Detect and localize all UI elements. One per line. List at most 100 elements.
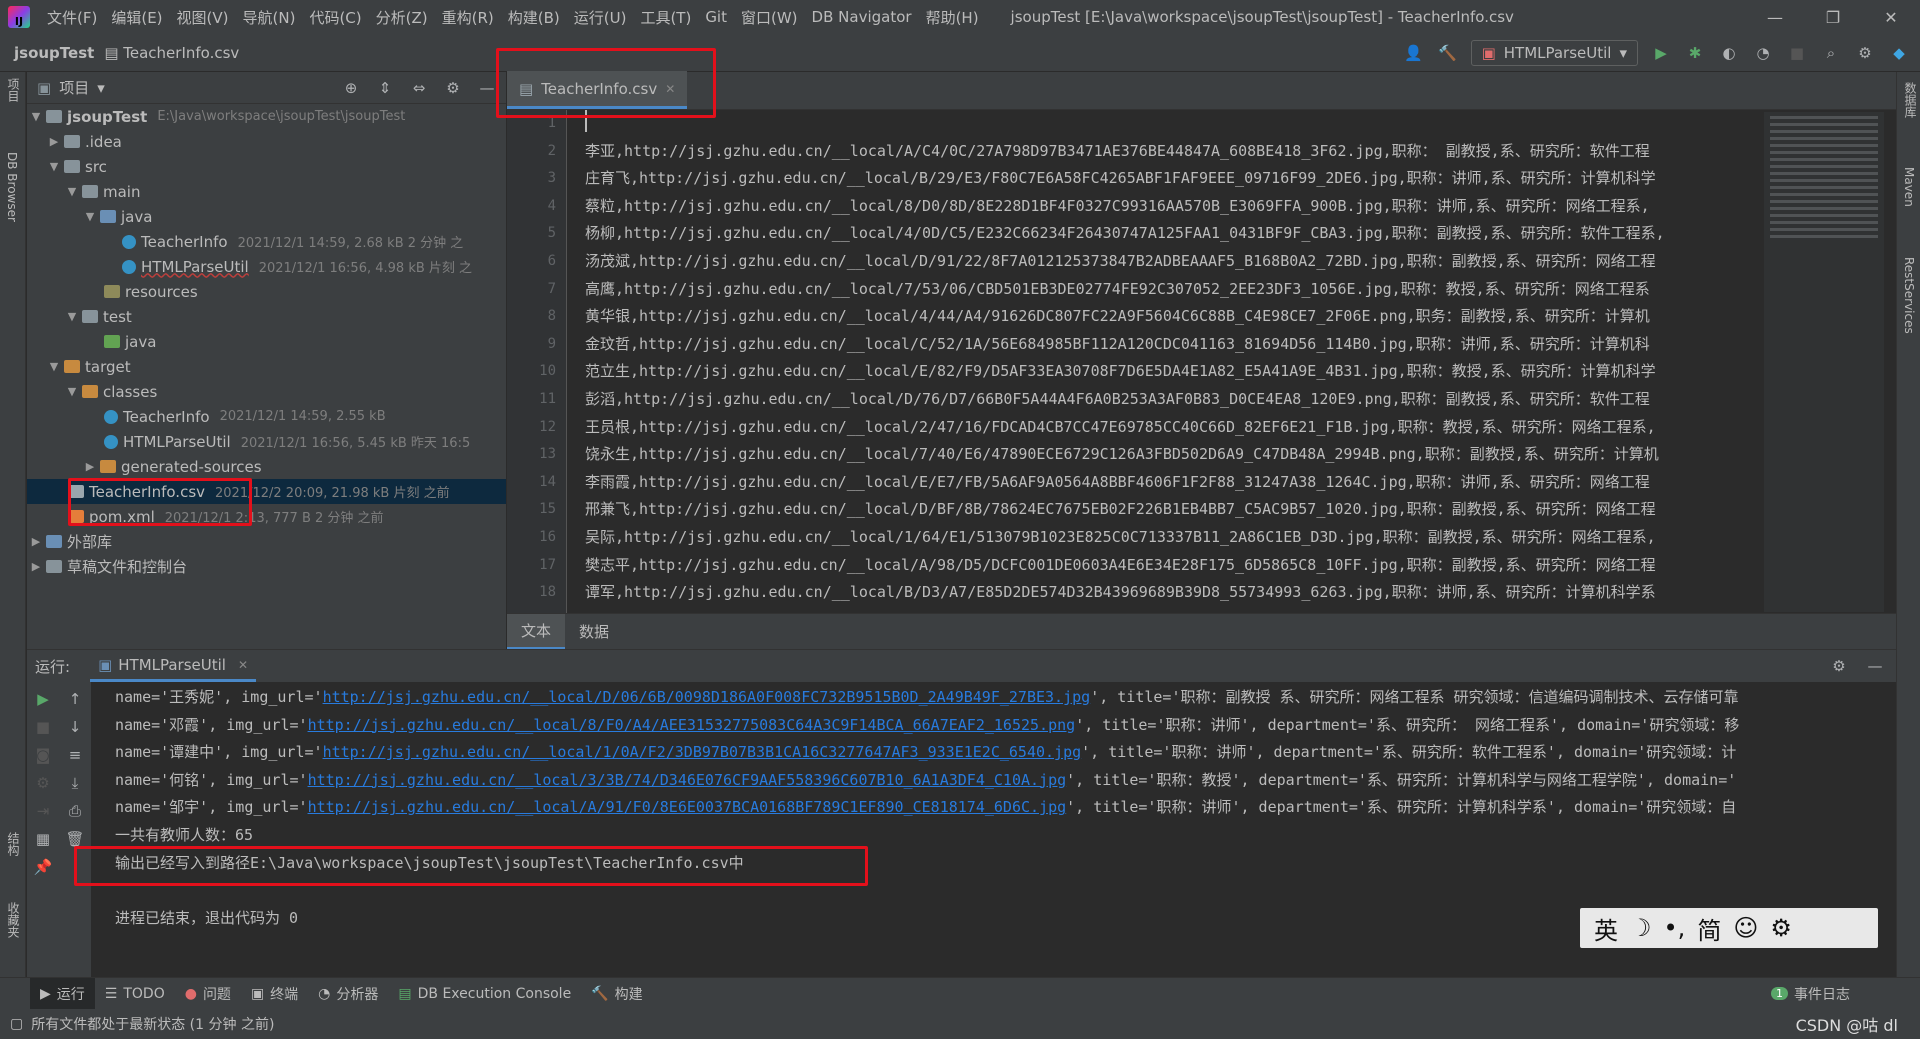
menu-db-navigator[interactable]: DB Navigator	[805, 8, 919, 26]
db-browser-tool-tab[interactable]: DB Browser	[5, 152, 19, 222]
ime-settings-icon[interactable]: ⚙	[1770, 914, 1792, 942]
user-icon[interactable]: 👤	[1403, 42, 1425, 64]
code-line[interactable]: 王员根,http://jsj.gzhu.edu.cn/__local/2/47/…	[585, 414, 1835, 442]
menu-edit[interactable]: 编辑(E)	[104, 7, 169, 28]
console-link[interactable]: http://jsj.gzhu.edu.cn/__local/1/0A/F2/3…	[323, 743, 1082, 761]
print-icon[interactable]: ⎙	[64, 800, 86, 822]
code-line[interactable]: 庄育飞,http://jsj.gzhu.edu.cn/__local/B/29/…	[585, 165, 1835, 193]
menu-navigate[interactable]: 导航(N)	[236, 7, 303, 28]
collapse-all-icon[interactable]: ⇔	[408, 77, 430, 99]
tab-data[interactable]: 数据	[565, 614, 623, 650]
tool-tab-run[interactable]: ▶ 运行	[30, 977, 95, 1010]
scroll-up-icon[interactable]: ↑	[64, 688, 86, 710]
tool-tab-build[interactable]: 🔨 构建	[581, 978, 652, 1010]
tree-node-teacherinfo[interactable]: TeacherInfo 2021/12/1 14:59, 2.68 kB 2 分钟…	[27, 229, 506, 254]
menu-git[interactable]: Git	[698, 8, 734, 26]
tree-node-class-htmlparseutil[interactable]: HTMLParseUtil 2021/12/1 16:56, 5.45 kB 昨天…	[27, 429, 506, 454]
gear-icon[interactable]: ⚙	[442, 77, 464, 99]
code-line[interactable]: 李亚,http://jsj.gzhu.edu.cn/__local/A/C4/0…	[585, 138, 1835, 166]
stop-icon[interactable]: ■	[32, 716, 54, 738]
menu-build[interactable]: 构建(B)	[501, 7, 567, 28]
chevron-down-icon[interactable]: ▾	[97, 79, 105, 97]
pin-icon[interactable]: 📌	[32, 856, 54, 878]
menu-window[interactable]: 窗口(W)	[734, 7, 805, 28]
code-line[interactable]: 黄华银,http://jsj.gzhu.edu.cn/__local/4/44/…	[585, 303, 1835, 331]
ime-lang[interactable]: 英	[1594, 911, 1618, 946]
tool-tab-db-console[interactable]: ▤ DB Execution Console	[388, 978, 581, 1010]
console-link[interactable]: http://jsj.gzhu.edu.cn/__local/8/F0/A4/A…	[308, 716, 1076, 734]
tree-node-test-java[interactable]: java	[27, 329, 506, 354]
gear-icon[interactable]: ⚙	[1828, 655, 1850, 677]
editor-minimap[interactable]	[1764, 112, 1884, 612]
exit-icon[interactable]: ⇥	[32, 800, 54, 822]
tree-node-java[interactable]: ▼ java	[27, 204, 506, 229]
code-line[interactable]: 汤茂斌,http://jsj.gzhu.edu.cn/__local/D/91/…	[585, 248, 1835, 276]
code-line[interactable]: 饶永生,http://jsj.gzhu.edu.cn/__local/7/40/…	[585, 441, 1835, 469]
ime-punct-icon[interactable]: •,	[1664, 914, 1686, 942]
code-line[interactable]	[585, 110, 1835, 132]
code-line[interactable]: 高鹰,http://jsj.gzhu.edu.cn/__local/7/53/0…	[585, 276, 1835, 304]
console-link[interactable]: http://jsj.gzhu.edu.cn/__local/3/3B/74/D…	[308, 771, 1067, 789]
tree-node-classes[interactable]: ▼ classes	[27, 379, 506, 404]
menu-refactor[interactable]: 重构(R)	[435, 7, 501, 28]
settings-gear-icon[interactable]: ⚙	[1854, 42, 1876, 64]
ime-emoji-icon[interactable]: ☺	[1733, 914, 1758, 942]
tree-node-resources[interactable]: resources	[27, 279, 506, 304]
code-line[interactable]: 彭滔,http://jsj.gzhu.edu.cn/__local/D/76/D…	[585, 386, 1835, 414]
tree-node-generated-sources[interactable]: ▶ generated-sources	[27, 454, 506, 479]
tree-node-external-libraries[interactable]: ▶ 外部库	[27, 529, 506, 554]
menu-view[interactable]: 视图(V)	[170, 7, 236, 28]
tree-node-htmlparseutil[interactable]: HTMLParseUtil 2021/12/1 16:56, 4.98 kB 片刻…	[27, 254, 506, 279]
code-line[interactable]: 杨柳,http://jsj.gzhu.edu.cn/__local/4/0D/C…	[585, 220, 1835, 248]
locate-icon[interactable]: ⊕	[340, 77, 362, 99]
code-line[interactable]: 邢兼飞,http://jsj.gzhu.edu.cn/__local/D/BF/…	[585, 496, 1835, 524]
profiler-icon[interactable]: ◔	[1752, 42, 1774, 64]
menu-code[interactable]: 代码(C)	[302, 7, 368, 28]
debug-icon[interactable]: ✱	[1684, 42, 1706, 64]
tree-node-scratches[interactable]: ▶ 草稿文件和控制台	[27, 554, 506, 579]
run-icon[interactable]: ▶	[1650, 42, 1672, 64]
tree-node-main[interactable]: ▼ main	[27, 179, 506, 204]
breadcrumb-project[interactable]: jsoupTest	[14, 44, 94, 62]
database-tool-tab[interactable]: 数据库	[1902, 82, 1919, 118]
tree-node-root[interactable]: ▼ jsoupTest E:\Java\workspace\jsoupTest\js…	[27, 104, 506, 129]
rest-services-tool-tab[interactable]: RestServices	[1902, 257, 1916, 334]
code-line[interactable]: 范立生,http://jsj.gzhu.edu.cn/__local/E/82/…	[585, 358, 1835, 386]
search-icon[interactable]: ⌕	[1820, 42, 1842, 64]
code-line[interactable]: 李雨霞,http://jsj.gzhu.edu.cn/__local/E/E7/…	[585, 469, 1835, 497]
expand-all-icon[interactable]: ⇕	[374, 77, 396, 99]
code-line[interactable]: 蔡粒,http://jsj.gzhu.edu.cn/__local/8/D0/8…	[585, 193, 1835, 221]
tree-node-src[interactable]: ▼ src	[27, 154, 506, 179]
console-link[interactable]: http://jsj.gzhu.edu.cn/__local/A/91/F0/8…	[308, 798, 1067, 816]
run-config-selector[interactable]: ▣ HTMLParseUtil ▾	[1470, 40, 1638, 66]
tab-text[interactable]: 文本	[507, 613, 566, 650]
code-line[interactable]: 金玟哲,http://jsj.gzhu.edu.cn/__local/C/52/…	[585, 331, 1835, 359]
stop-icon[interactable]: ■	[1786, 42, 1808, 64]
hide-icon[interactable]: —	[1864, 655, 1886, 677]
tree-node-test[interactable]: ▼ test	[27, 304, 506, 329]
tool-tab-profiler[interactable]: ◔ 分析器	[308, 978, 388, 1010]
run-tab-htmlparseutil[interactable]: ▣ HTMLParseUtil ✕	[90, 650, 257, 682]
menu-file[interactable]: 文件(F)	[40, 7, 104, 28]
hide-icon[interactable]: —	[476, 77, 498, 99]
project-tool-tab[interactable]: 项目	[5, 78, 22, 102]
ime-moon-icon[interactable]: ☽	[1630, 914, 1652, 942]
menu-run[interactable]: 运行(U)	[567, 7, 634, 28]
ime-simplified[interactable]: 简	[1697, 911, 1721, 946]
camera-icon[interactable]: ◙	[32, 744, 54, 766]
restore-icon[interactable]: ❐	[1804, 0, 1862, 34]
menu-tools[interactable]: 工具(T)	[633, 7, 698, 28]
menu-analyze[interactable]: 分析(Z)	[369, 7, 435, 28]
settings-icon[interactable]: ⚙	[32, 772, 54, 794]
maven-tool-tab[interactable]: Maven	[1902, 167, 1916, 207]
scroll-to-end-icon[interactable]: ⤓	[64, 772, 86, 794]
tool-tab-problems[interactable]: ● 问题	[175, 978, 241, 1010]
rerun-icon[interactable]: ▶	[32, 688, 54, 710]
favorites-tool-tab[interactable]: 收藏夹	[5, 902, 22, 938]
tree-node-target[interactable]: ▼ target	[27, 354, 506, 379]
tree-node-idea[interactable]: ▶ .idea	[27, 129, 506, 154]
code-line[interactable]: 吴际,http://jsj.gzhu.edu.cn/__local/1/64/E…	[585, 524, 1835, 552]
structure-tool-tab[interactable]: 结构	[5, 832, 22, 856]
menu-help[interactable]: 帮助(H)	[919, 7, 986, 28]
project-panel-title[interactable]: 项目	[59, 77, 89, 98]
